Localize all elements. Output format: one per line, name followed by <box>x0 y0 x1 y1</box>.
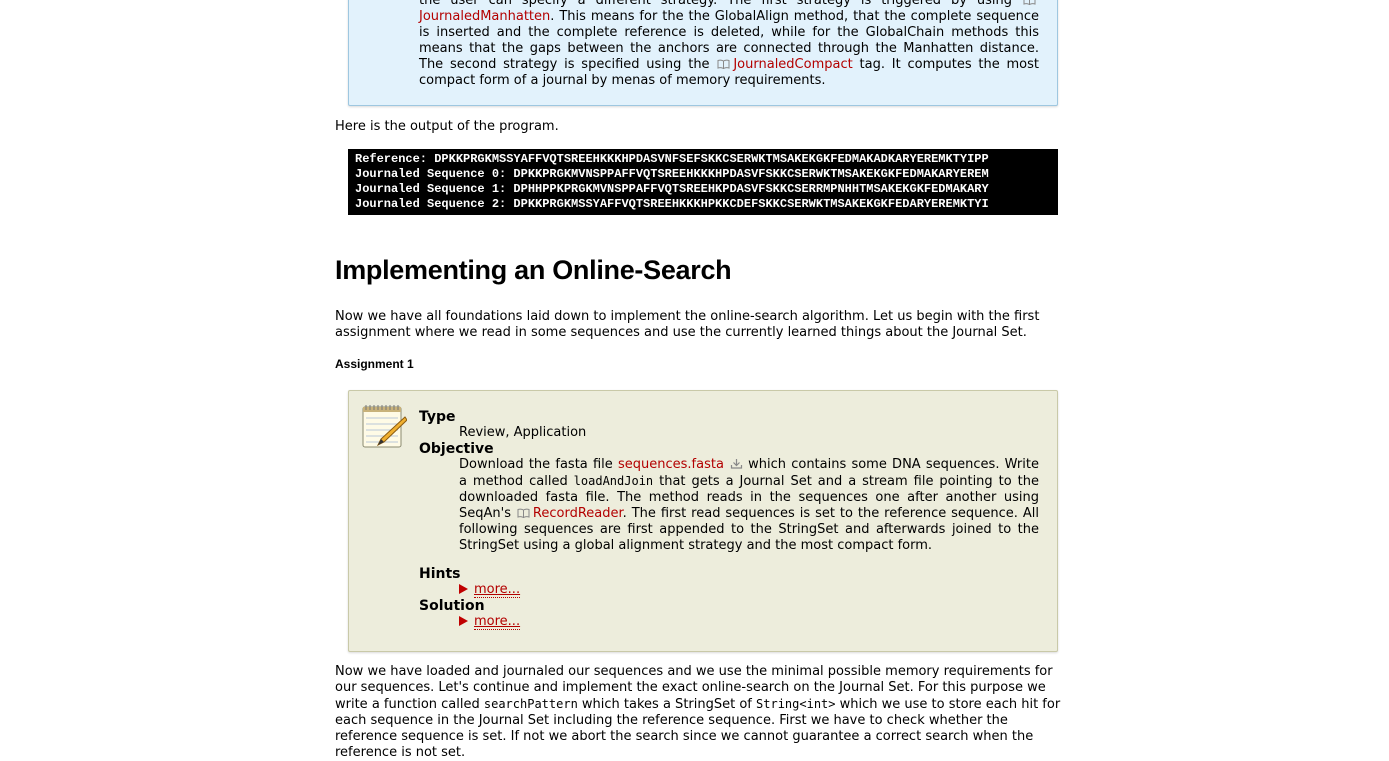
bottom-paragraph: Now we have loaded and journaled our seq… <box>335 664 1061 760</box>
book-icon <box>1023 0 1036 6</box>
info-box: the user can specify a different strateg… <box>348 0 1058 106</box>
section-heading: Implementing an Online-Search <box>335 255 732 285</box>
assignment-body: Type Review, Application Objective Downl… <box>419 409 1039 630</box>
objective-label: Objective <box>419 441 494 457</box>
solution-more-toggle[interactable]: more... <box>459 614 521 630</box>
console-line: Journaled Sequence 1: DPHHPPKPRGKMVNSPPA… <box>355 182 989 196</box>
info-text: the user can specify a different strateg… <box>419 0 1039 89</box>
info-text-line: the user can specify a different strateg… <box>419 0 1013 8</box>
code-string-int: String<int> <box>756 697 836 711</box>
hints-label: Hints <box>419 566 461 582</box>
assignment-label: Assignment 1 <box>335 357 414 371</box>
triangle-right-icon <box>459 584 468 594</box>
journaled-compact-link[interactable]: JournaledCompact <box>733 57 852 72</box>
console-line: Journaled Sequence 2: DPKKPRGKMSSYAFFVQT… <box>355 197 989 211</box>
journaled-manhatten-link[interactable]: JournaledManhatten <box>419 9 550 24</box>
output-intro: Here is the output of the program. <box>335 119 559 134</box>
hints-more-toggle[interactable]: more... <box>459 582 521 598</box>
download-icon[interactable] <box>730 458 743 469</box>
solution-label: Solution <box>419 598 485 614</box>
intro-paragraph: Now we have all foundations laid down to… <box>335 309 1040 340</box>
type-label: Type <box>419 409 456 425</box>
console-line: Journaled Sequence 0: DPKKPRGKMVNSPPAFFV… <box>355 167 989 181</box>
type-value: Review, Application <box>459 425 587 440</box>
console-output: Reference: DPKKPRGKMSSYAFFVQTSREEHKKKHPD… <box>348 149 1058 215</box>
console-line: Reference: DPKKPRGKMSSYAFFVQTSREEHKKKHPD… <box>355 152 989 166</box>
book-icon <box>517 507 530 519</box>
code-search-pattern: searchPattern <box>483 697 578 711</box>
book-icon <box>717 58 730 70</box>
notepad-icon <box>361 403 408 449</box>
objective-text: Download the fasta file sequences.fasta … <box>459 457 1039 553</box>
code-load-and-join: loadAndJoin <box>573 474 654 488</box>
assignment-box: Type Review, Application Objective Downl… <box>348 390 1058 652</box>
triangle-right-icon <box>459 616 468 626</box>
sequences-fasta-link[interactable]: sequences.fasta <box>618 457 724 472</box>
record-reader-link[interactable]: RecordReader <box>533 506 623 521</box>
